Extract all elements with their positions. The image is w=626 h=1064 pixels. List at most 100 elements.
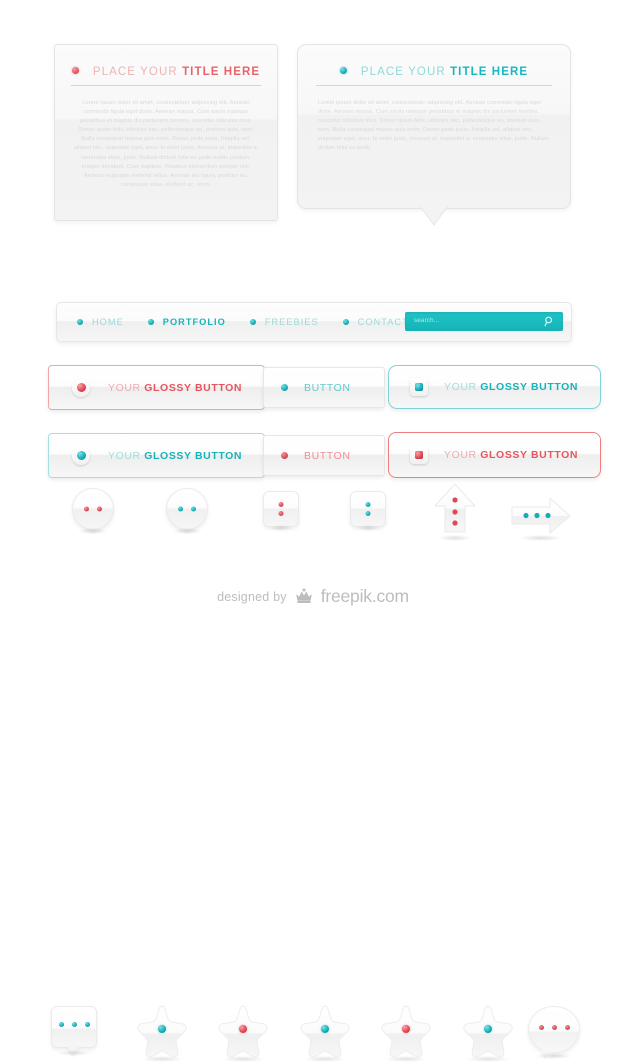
- button-plain-teal-label: BUTTON: [304, 381, 351, 394]
- icon-shadow: [141, 1056, 183, 1062]
- panel-teal-title-light: PLACE YOUR: [360, 65, 451, 78]
- label-bold: GLOSSY BUTTON: [144, 381, 243, 394]
- star-center-dot-red: [239, 1025, 247, 1033]
- dot-teal: [84, 1022, 90, 1027]
- bubble-dots-teal: [52, 1022, 96, 1027]
- dot-teal: [58, 1022, 64, 1027]
- star-icon-red[interactable]: [214, 1003, 272, 1062]
- glossy-button-teal-rounded-label: YOUR GLOSSY BUTTON: [444, 381, 578, 393]
- glossy-button-teal[interactable]: YOUR GLOSSY BUTTON: [48, 433, 265, 478]
- round-bubble-shape: [528, 1006, 580, 1060]
- label-light: YOUR: [108, 449, 145, 462]
- knob-dot-teal: [415, 383, 423, 391]
- round-speech-bubble-icon[interactable]: [528, 1006, 580, 1060]
- icon-shadow: [57, 1050, 91, 1056]
- icon-shadow: [304, 1056, 346, 1062]
- nav-bullet-icon: [249, 319, 256, 325]
- nav-label-freebies: FREEBIES: [264, 317, 319, 327]
- label-light: YOUR: [444, 449, 481, 461]
- glossy-button-red-rounded[interactable]: YOUR GLOSSY BUTTON: [388, 432, 601, 478]
- button-knob-teal: [72, 446, 90, 465]
- glossy-button-red-rounded-label: YOUR GLOSSY BUTTON: [444, 449, 578, 461]
- star-center-dot-red: [402, 1025, 410, 1033]
- star-icon-teal[interactable]: [133, 1003, 191, 1062]
- star-icon-teal[interactable]: [459, 1003, 517, 1062]
- star-center-dot-teal: [321, 1025, 329, 1033]
- content-panel-teal: PLACE YOUR TITLE HERE Lorem ipsum dolor …: [297, 44, 571, 226]
- magnifier-icon[interactable]: [544, 316, 555, 327]
- dot-teal: [71, 1022, 77, 1027]
- footer-brand-text: freepik.com: [320, 586, 409, 606]
- panel-teal-divider: [316, 85, 552, 86]
- bullet-dot-red-icon: [71, 67, 79, 75]
- panel-red-divider: [71, 85, 261, 86]
- label-bold: GLOSSY BUTTON: [480, 381, 579, 393]
- nav-label-home: HOME: [92, 317, 124, 327]
- dot-red: [551, 1025, 557, 1030]
- icon-row: [0, 240, 626, 541]
- panel-teal-title: PLACE YOUR TITLE HERE: [361, 66, 528, 78]
- bottom-icon-row: [0, 498, 626, 1062]
- button-plain-red[interactable]: BUTTON: [263, 435, 385, 476]
- panel-teal-body: Lorem ipsum dolor sit amet, consectetuer…: [318, 100, 549, 152]
- nav-item-contact[interactable]: CONTACT: [342, 317, 409, 327]
- nav-label-contact: CONTACT: [357, 317, 409, 327]
- nav-items: HOME PORTFOLIO FREEBIES CONTACT: [77, 303, 433, 341]
- label-light: YOUR: [108, 381, 145, 394]
- speech-bubble-tail-icon: [419, 205, 449, 226]
- dot-red: [538, 1025, 544, 1030]
- panel-red-body: Lorem ipsum dolor sit amet, consectetuer…: [73, 100, 259, 188]
- nav-bullet-icon: [147, 319, 154, 325]
- square-speech-bubble-icon[interactable]: [51, 1006, 97, 1056]
- panel-teal-title-bold: TITLE HERE: [450, 65, 529, 78]
- panel-red-title: PLACE YOUR TITLE HERE: [93, 66, 260, 78]
- panel-red-title-light: PLACE YOUR: [92, 65, 183, 78]
- footer-designed-by-text: designed by: [217, 589, 287, 604]
- icon-shadow: [535, 1053, 573, 1059]
- button-knob-red: [72, 378, 90, 397]
- label-light: YOUR: [444, 381, 481, 393]
- button-knob-square-teal: [410, 378, 428, 396]
- icon-shadow: [467, 1056, 509, 1062]
- glossy-button-red-label: YOUR GLOSSY BUTTON: [108, 382, 242, 394]
- panel-teal-header: PLACE YOUR TITLE HERE: [298, 63, 570, 81]
- panel-red-header: PLACE YOUR TITLE HERE: [55, 63, 277, 81]
- button-plain-teal[interactable]: BUTTON: [263, 367, 385, 408]
- ui-kit-canvas: PLACE YOUR TITLE HERE Lorem ipsum dolor …: [0, 0, 626, 1062]
- dot-red: [564, 1025, 570, 1030]
- navigation-bar: HOME PORTFOLIO FREEBIES CONTACT search..…: [56, 302, 572, 342]
- button-knob-square-red: [410, 446, 428, 464]
- square-bubble-shape: [51, 1006, 97, 1056]
- knob-dot-red: [76, 383, 86, 392]
- knob-dot-teal: [76, 451, 86, 460]
- glossy-button-teal-label: YOUR GLOSSY BUTTON: [108, 450, 242, 462]
- footer-credit: designed by freepik.com: [0, 586, 626, 607]
- panel-red-title-bold: TITLE HERE: [182, 65, 261, 78]
- button-plain-red-label: BUTTON: [304, 449, 351, 462]
- glossy-button-teal-rounded[interactable]: YOUR GLOSSY BUTTON: [388, 365, 601, 409]
- nav-item-freebies[interactable]: FREEBIES: [249, 317, 319, 327]
- button-bullet-red-icon: [281, 452, 288, 459]
- content-panel-red: PLACE YOUR TITLE HERE Lorem ipsum dolor …: [54, 44, 278, 221]
- nav-bullet-icon: [342, 319, 349, 325]
- star-icon-teal[interactable]: [296, 1003, 354, 1062]
- star-center-dot-teal: [158, 1025, 166, 1033]
- star-icon-red[interactable]: [377, 1003, 435, 1062]
- knob-dot-red: [415, 451, 423, 459]
- star-center-dot-teal: [484, 1025, 492, 1033]
- nav-bullet-icon: [77, 319, 83, 325]
- freepik-crown-icon: [295, 588, 312, 603]
- button-bullet-teal-icon: [281, 384, 288, 391]
- bubble-dots-red: [529, 1025, 579, 1030]
- search-input-placeholder: search...: [414, 318, 440, 324]
- nav-item-portfolio[interactable]: PORTFOLIO: [147, 317, 226, 327]
- nav-label-portfolio: PORTFOLIO: [162, 317, 226, 327]
- label-bold: GLOSSY BUTTON: [144, 449, 243, 462]
- search-box[interactable]: search...: [405, 312, 563, 331]
- nav-item-home[interactable]: HOME: [77, 317, 124, 327]
- bullet-dot-teal-icon: [339, 67, 347, 75]
- icon-shadow: [222, 1056, 264, 1062]
- glossy-button-red[interactable]: YOUR GLOSSY BUTTON: [48, 365, 265, 410]
- icon-shadow: [385, 1056, 427, 1062]
- label-bold: GLOSSY BUTTON: [480, 449, 579, 461]
